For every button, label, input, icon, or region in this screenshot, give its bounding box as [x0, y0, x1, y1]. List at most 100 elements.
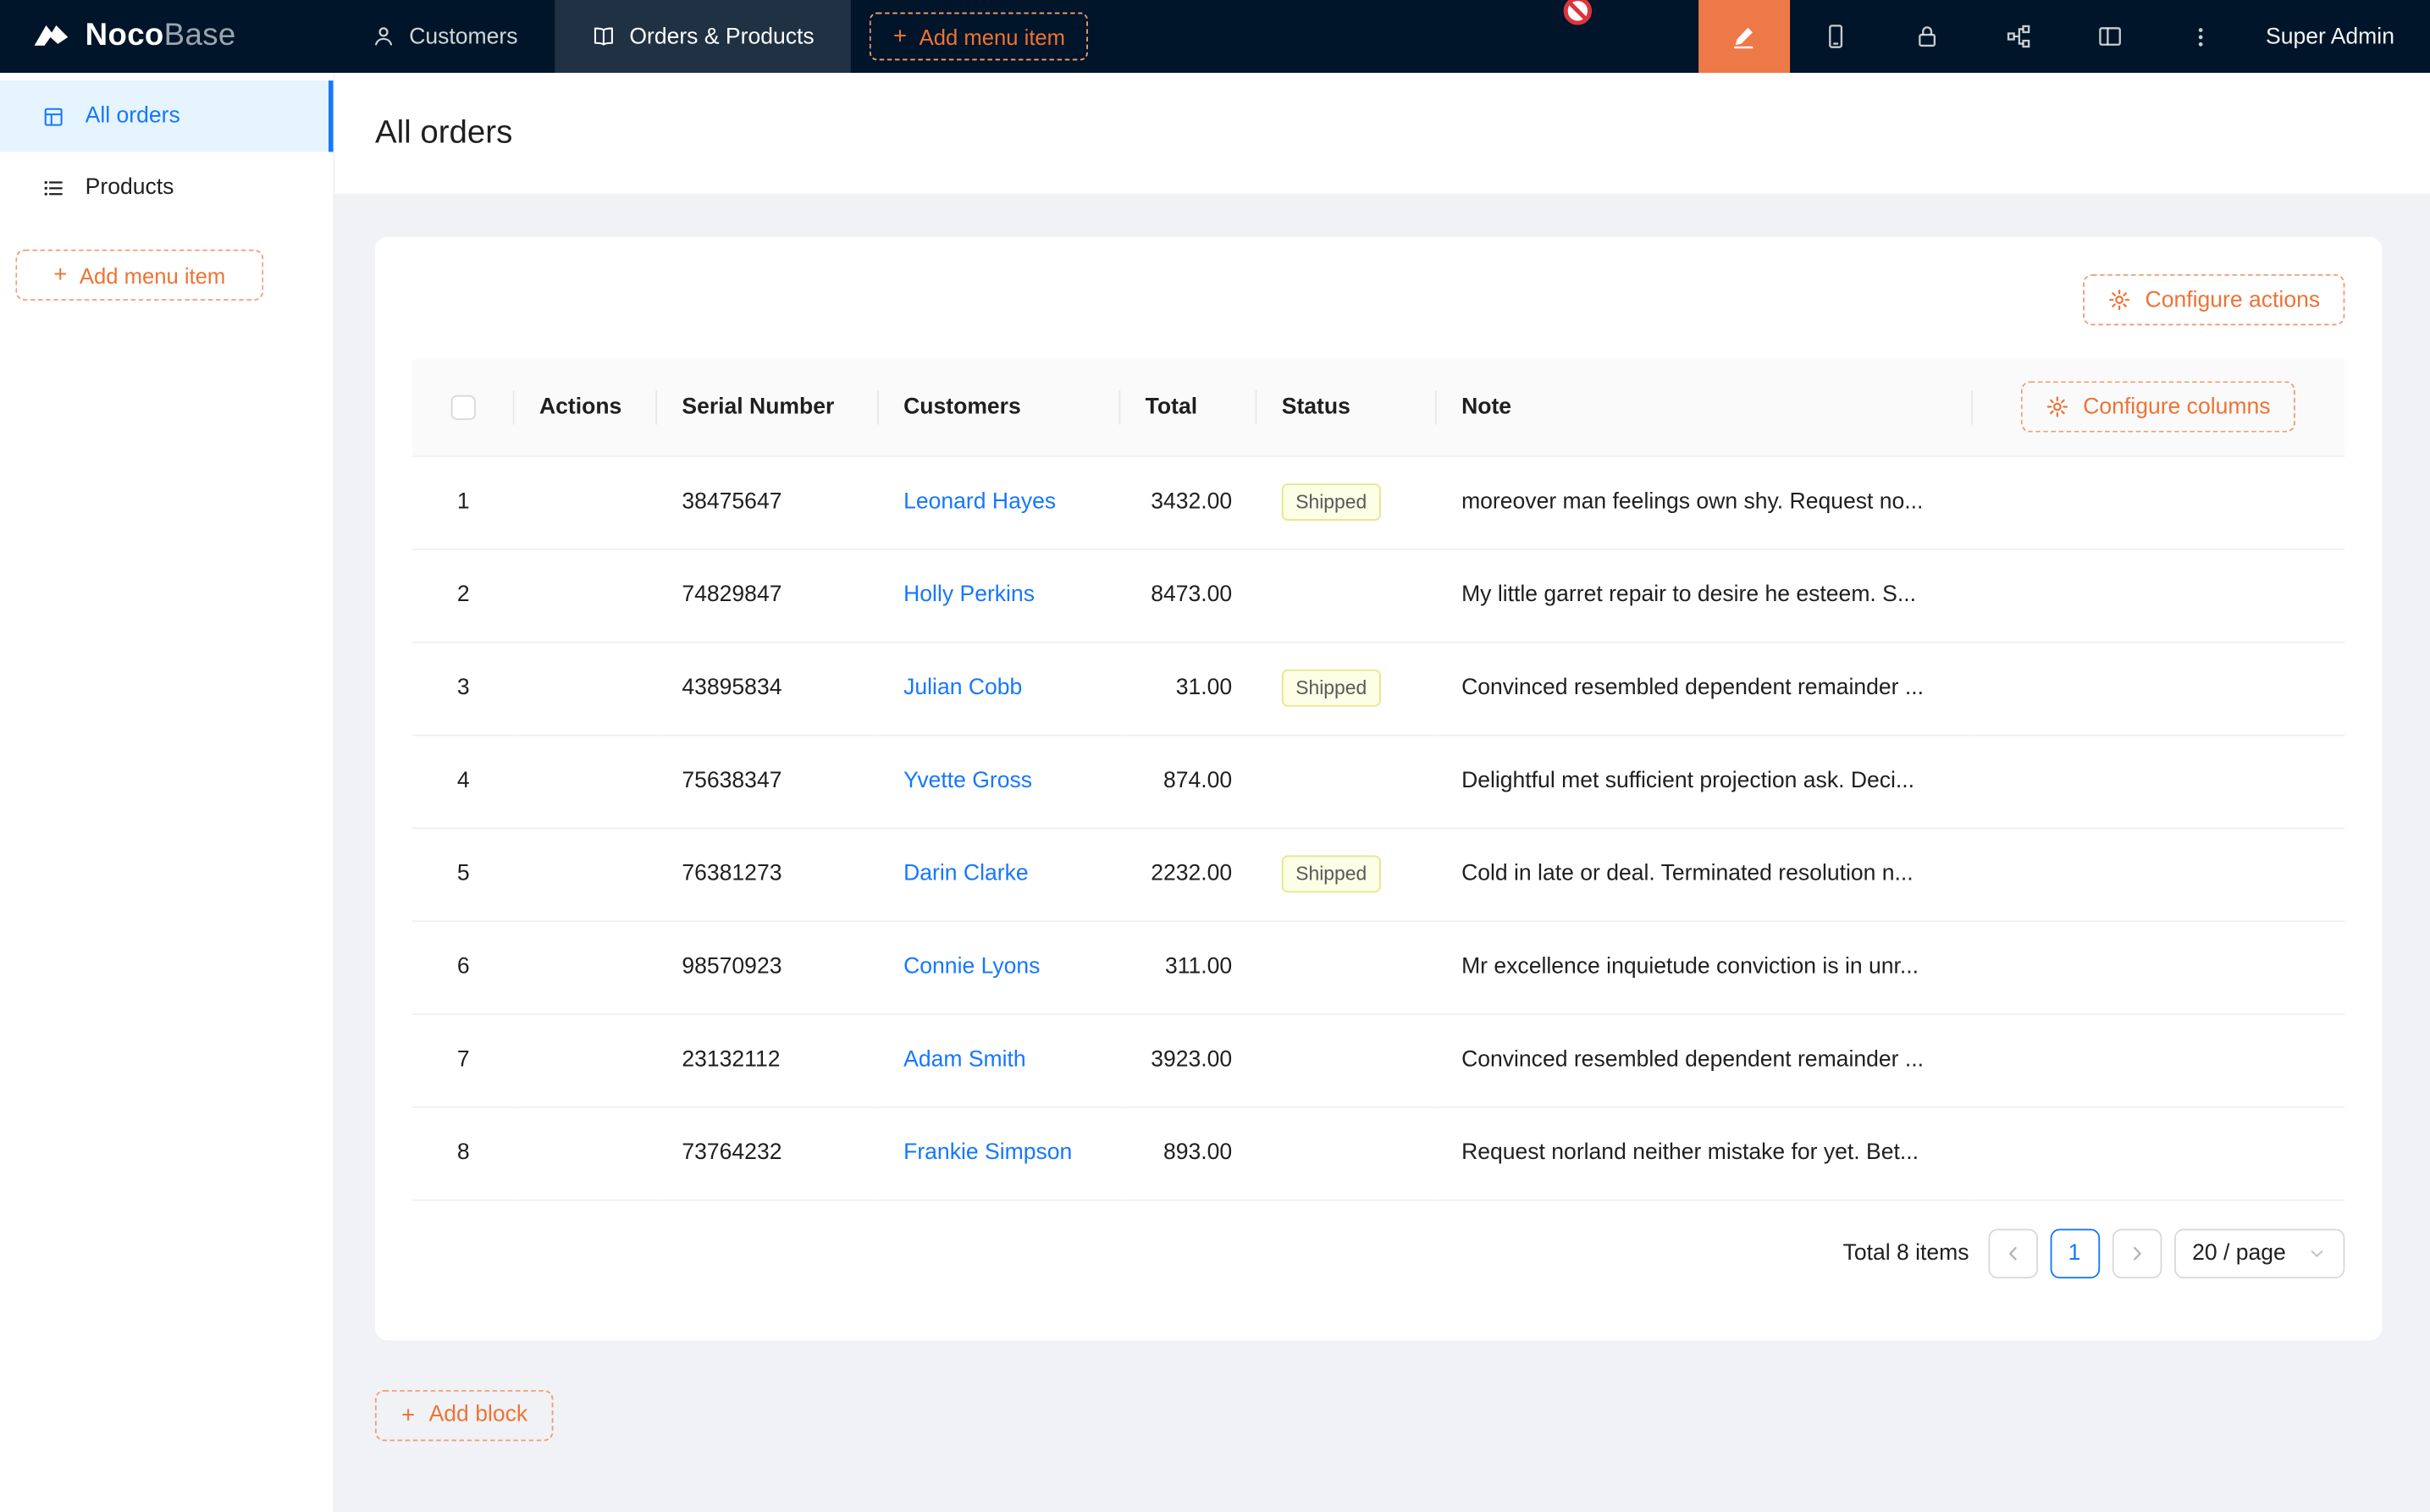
gear-icon: [2046, 395, 2068, 418]
table-row: 6 98570923 Connie Lyons 311.00 Mr excell…: [412, 920, 2345, 1013]
customer-cell: Connie Lyons: [879, 920, 1121, 1013]
customer-link[interactable]: Holly Perkins: [903, 582, 1035, 607]
customer-cell: Holly Perkins: [879, 549, 1121, 642]
add-menu-item-button-header[interactable]: + Add menu item: [870, 13, 1089, 61]
pagination-total: Total 8 items: [1843, 1240, 1969, 1265]
customer-link[interactable]: Yvette Gross: [903, 769, 1032, 793]
row-index: 4: [412, 735, 515, 828]
layout-icon: [2096, 23, 2123, 49]
mobile-client-button[interactable]: [1790, 0, 1881, 73]
orders-table: Actions Serial Number Customers Total St…: [412, 360, 2345, 1200]
column-header-note: Note: [1437, 360, 1973, 455]
nocobase-logo-text: NocoBase: [86, 19, 236, 54]
note-cell: Request norland neither mistake for yet.…: [1437, 1106, 1973, 1200]
nav-item-label: Orders & Products: [629, 24, 814, 48]
header-icon-group: Super Admin: [1698, 0, 2430, 73]
customer-link[interactable]: Frankie Simpson: [903, 1140, 1072, 1165]
plus-icon: +: [401, 1403, 415, 1426]
serial-cell: 23132112: [657, 1013, 879, 1106]
add-block-label: Add block: [429, 1403, 528, 1427]
next-page-button[interactable]: [2112, 1228, 2162, 1278]
note-cell: Convinced resembled dependent remainder …: [1437, 1013, 1973, 1106]
select-all-checkbox[interactable]: [451, 395, 476, 419]
chevron-down-icon: [2307, 1244, 2326, 1262]
pagination: Total 8 items 1 20 / page: [412, 1228, 2345, 1278]
configure-actions-button[interactable]: Configure actions: [2083, 274, 2344, 325]
nocobase-logo[interactable]: NocoBase: [0, 16, 334, 57]
page-1-button[interactable]: 1: [2050, 1228, 2100, 1278]
table-row: 3 43895834 Julian Cobb 31.00 Shipped Con…: [412, 642, 2345, 735]
table-row: 7 23132112 Adam Smith 3923.00 Convinced …: [412, 1013, 2345, 1106]
serial-cell: 75638347: [657, 735, 879, 828]
serial-cell: 73764232: [657, 1106, 879, 1200]
layout-button[interactable]: [2064, 0, 2156, 73]
more-button[interactable]: [2156, 0, 2247, 73]
sidebar-item-label: All orders: [86, 104, 180, 129]
main-area: All orders Configure actions: [334, 73, 2430, 1512]
row-index: 7: [412, 1013, 515, 1106]
note-cell: moreover man feelings own shy. Request n…: [1437, 455, 1973, 549]
customer-cell: Darin Clarke: [879, 827, 1121, 920]
lock-icon: [1914, 23, 1940, 49]
column-header-actions: Actions: [515, 360, 657, 455]
ui-editor-button[interactable]: [1698, 0, 1790, 73]
sidebar-item-label: Products: [86, 175, 174, 200]
status-cell: [1256, 1106, 1436, 1200]
actions-cell: [515, 1106, 657, 1200]
note-cell: Cold in late or deal. Terminated resolut…: [1437, 827, 1973, 920]
total-cell: 2232.00: [1120, 827, 1256, 920]
serial-cell: 38475647: [657, 455, 879, 549]
gear-icon: [2108, 288, 2131, 311]
nav-item-customers[interactable]: Customers: [334, 0, 555, 73]
plus-icon: +: [893, 25, 907, 47]
permissions-button[interactable]: [1881, 0, 1973, 73]
actions-cell: [515, 920, 657, 1013]
status-badge: Shipped: [1282, 670, 1381, 707]
table-header-row: Actions Serial Number Customers Total St…: [412, 360, 2345, 455]
column-header-total: Total: [1120, 360, 1256, 455]
customer-link[interactable]: Darin Clarke: [903, 862, 1029, 886]
customer-link[interactable]: Leonard Hayes: [903, 489, 1056, 514]
orders-card: Configure actions Actions: [375, 237, 2382, 1339]
api-button[interactable]: [1973, 0, 2064, 73]
table-row: 5 76381273 Darin Clarke 2232.00 Shipped …: [412, 827, 2345, 920]
api-nodes-icon: [2005, 23, 2031, 49]
status-badge: Shipped: [1282, 855, 1381, 892]
total-cell: 3432.00: [1120, 455, 1256, 549]
total-cell: 893.00: [1120, 1106, 1256, 1200]
row-index: 6: [412, 920, 515, 1013]
page-title: All orders: [375, 114, 512, 152]
customer-link[interactable]: Connie Lyons: [903, 955, 1040, 979]
status-cell: [1256, 1013, 1436, 1106]
top-header: NocoBase Customers Orders & Products + A…: [0, 0, 2430, 73]
total-cell: 874.00: [1120, 735, 1256, 828]
configure-columns-button[interactable]: Configure columns: [2021, 382, 2295, 433]
page-size-select[interactable]: 20 / page: [2173, 1228, 2344, 1278]
customer-link[interactable]: Adam Smith: [903, 1047, 1026, 1072]
sidebar: All orders Products + Add menu item: [0, 73, 334, 1512]
add-block-button[interactable]: + Add block: [375, 1389, 554, 1440]
actions-cell: [515, 642, 657, 735]
column-header-serial-number: Serial Number: [657, 360, 879, 455]
add-menu-item-button-sidebar[interactable]: + Add menu item: [15, 250, 263, 301]
nav-item-orders-products[interactable]: Orders & Products: [555, 0, 851, 73]
list-icon: [41, 176, 64, 199]
row-index: 3: [412, 642, 515, 735]
sidebar-item-all-orders[interactable]: All orders: [0, 80, 334, 152]
mobile-icon: [1822, 23, 1848, 49]
status-cell: Shipped: [1256, 642, 1436, 735]
book-icon: [592, 25, 615, 47]
sidebar-item-products[interactable]: Products: [0, 152, 334, 223]
customer-cell: Leonard Hayes: [879, 455, 1121, 549]
status-cell: [1256, 735, 1436, 828]
table-row: 8 73764232 Frankie Simpson 893.00 Reques…: [412, 1106, 2345, 1200]
content-area: Configure actions Actions: [334, 194, 2430, 1512]
customer-link[interactable]: Julian Cobb: [903, 676, 1022, 700]
column-header-configure: Configure columns: [1973, 360, 2344, 455]
user-icon: [372, 25, 395, 47]
row-index: 2: [412, 549, 515, 642]
status-cell: Shipped: [1256, 827, 1436, 920]
customer-cell: Frankie Simpson: [879, 1106, 1121, 1200]
user-menu[interactable]: Super Admin: [2247, 24, 2430, 48]
prev-page-button[interactable]: [1988, 1228, 2038, 1278]
